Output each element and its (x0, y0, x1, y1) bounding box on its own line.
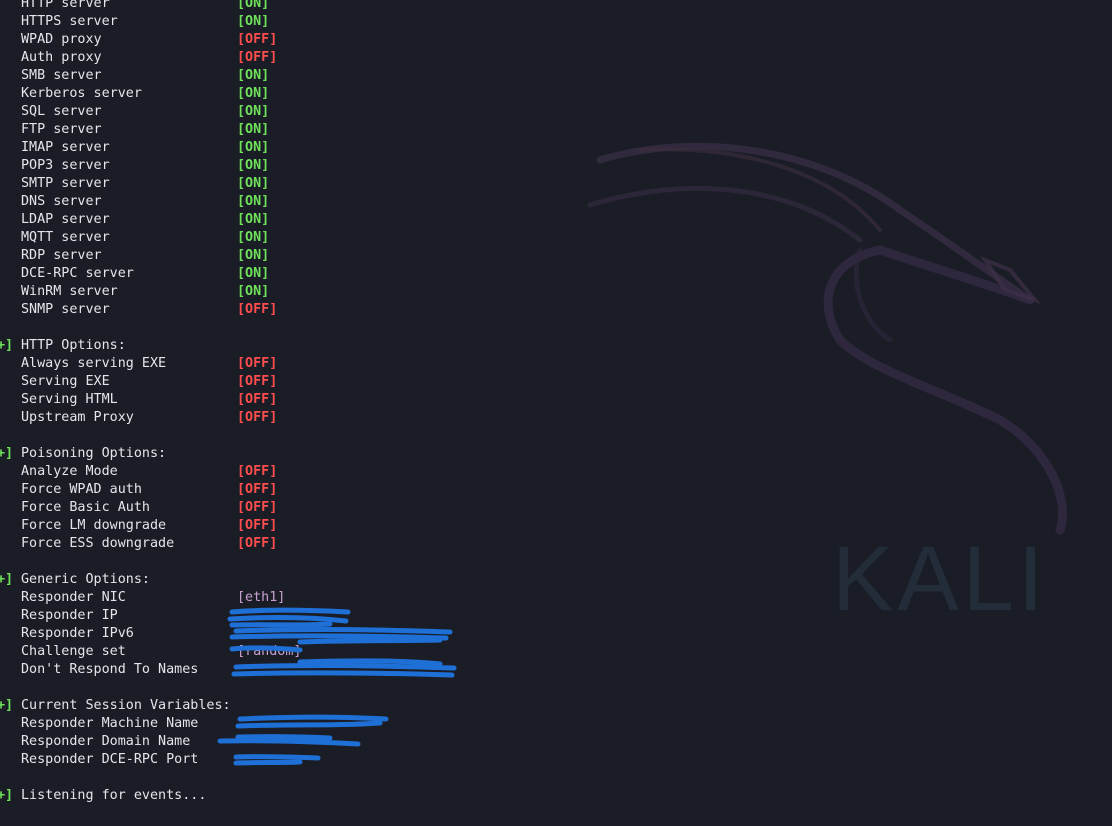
status-badge: [OFF] (237, 392, 278, 407)
option-label: Responder Machine Name (21, 716, 199, 731)
plus-marker: +] (0, 446, 14, 461)
status-badge: [OFF] (237, 482, 278, 497)
status-badge: [ON] (237, 284, 270, 299)
option-label: Responder NIC (21, 590, 126, 605)
option-label: Force Basic Auth (21, 500, 150, 515)
status-badge: [OFF] (237, 302, 278, 317)
option-value: [eth1] (237, 590, 286, 605)
option-label: Upstream Proxy (21, 410, 134, 425)
option-label: Force LM downgrade (21, 518, 167, 533)
section-title: HTTP Options: (21, 338, 126, 353)
server-label: SMTP server (21, 176, 110, 191)
server-label: LDAP server (21, 212, 110, 227)
status-badge: [ON] (237, 104, 270, 119)
server-label: FTP server (21, 122, 102, 137)
section-title: Generic Options: (21, 572, 150, 587)
option-label: Don't Respond To Names (21, 662, 199, 677)
server-label: IMAP server (21, 140, 110, 155)
plus-marker: +] (0, 572, 14, 587)
server-label: HTTP server (21, 0, 110, 11)
server-label: POP3 server (21, 158, 110, 173)
server-label: Kerberos server (21, 86, 142, 101)
status-badge: [ON] (237, 0, 270, 11)
server-label: Auth proxy (21, 50, 102, 65)
plus-marker: +] (0, 788, 14, 803)
server-label: WinRM server (21, 284, 118, 299)
option-label: Challenge set (21, 644, 126, 659)
plus-marker: +] (0, 338, 14, 353)
option-label: Always serving EXE (21, 356, 167, 371)
option-label: Force ESS downgrade (21, 536, 175, 551)
status-badge: [ON] (237, 140, 270, 155)
option-value: [random] (237, 644, 302, 659)
server-label: MQTT server (21, 230, 110, 245)
status-badge: [ON] (237, 14, 270, 29)
server-label: SQL server (21, 104, 102, 119)
status-badge: [ON] (237, 68, 270, 83)
status-badge: [ON] (237, 212, 270, 227)
listening-text: Listening for events... (21, 788, 207, 803)
status-badge: [OFF] (237, 356, 278, 371)
option-label: Force WPAD auth (21, 482, 142, 497)
status-badge: [ON] (237, 176, 270, 191)
status-badge: [OFF] (237, 536, 278, 551)
plus-marker: +] (0, 698, 14, 713)
server-label: SMB server (21, 68, 102, 83)
option-label: Responder IP (21, 608, 118, 623)
section-title: Current Session Variables: (21, 698, 231, 713)
server-label: WPAD proxy (21, 32, 102, 47)
status-badge: [ON] (237, 248, 270, 263)
status-badge: [OFF] (237, 518, 278, 533)
status-badge: [ON] (237, 86, 270, 101)
option-label: Serving HTML (21, 392, 118, 407)
option-label: Responder IPv6 (21, 626, 134, 641)
status-badge: [ON] (237, 122, 270, 137)
option-label: Responder Domain Name (21, 734, 191, 749)
status-badge: [OFF] (237, 500, 278, 515)
status-badge: [ON] (237, 158, 270, 173)
status-badge: [ON] (237, 194, 270, 209)
server-label: RDP server (21, 248, 102, 263)
option-label: Analyze Mode (21, 464, 118, 479)
status-badge: [OFF] (237, 410, 278, 425)
status-badge: [OFF] (237, 32, 278, 47)
kali-dragon-icon (587, 142, 1067, 535)
server-label: SNMP server (21, 302, 110, 317)
server-label: DCE-RPC server (21, 266, 134, 281)
status-badge: [OFF] (237, 50, 278, 65)
status-badge: [OFF] (237, 464, 278, 479)
option-label: Responder DCE-RPC Port (21, 752, 199, 767)
status-badge: [ON] (237, 230, 270, 245)
status-badge: [ON] (237, 266, 270, 281)
status-badge: [OFF] (237, 374, 278, 389)
server-label: DNS server (21, 194, 102, 209)
section-title: Poisoning Options: (21, 446, 167, 461)
server-label: HTTPS server (21, 14, 118, 29)
option-label: Serving EXE (21, 374, 110, 389)
kali-wallpaper-logo: KALI (832, 528, 1047, 630)
